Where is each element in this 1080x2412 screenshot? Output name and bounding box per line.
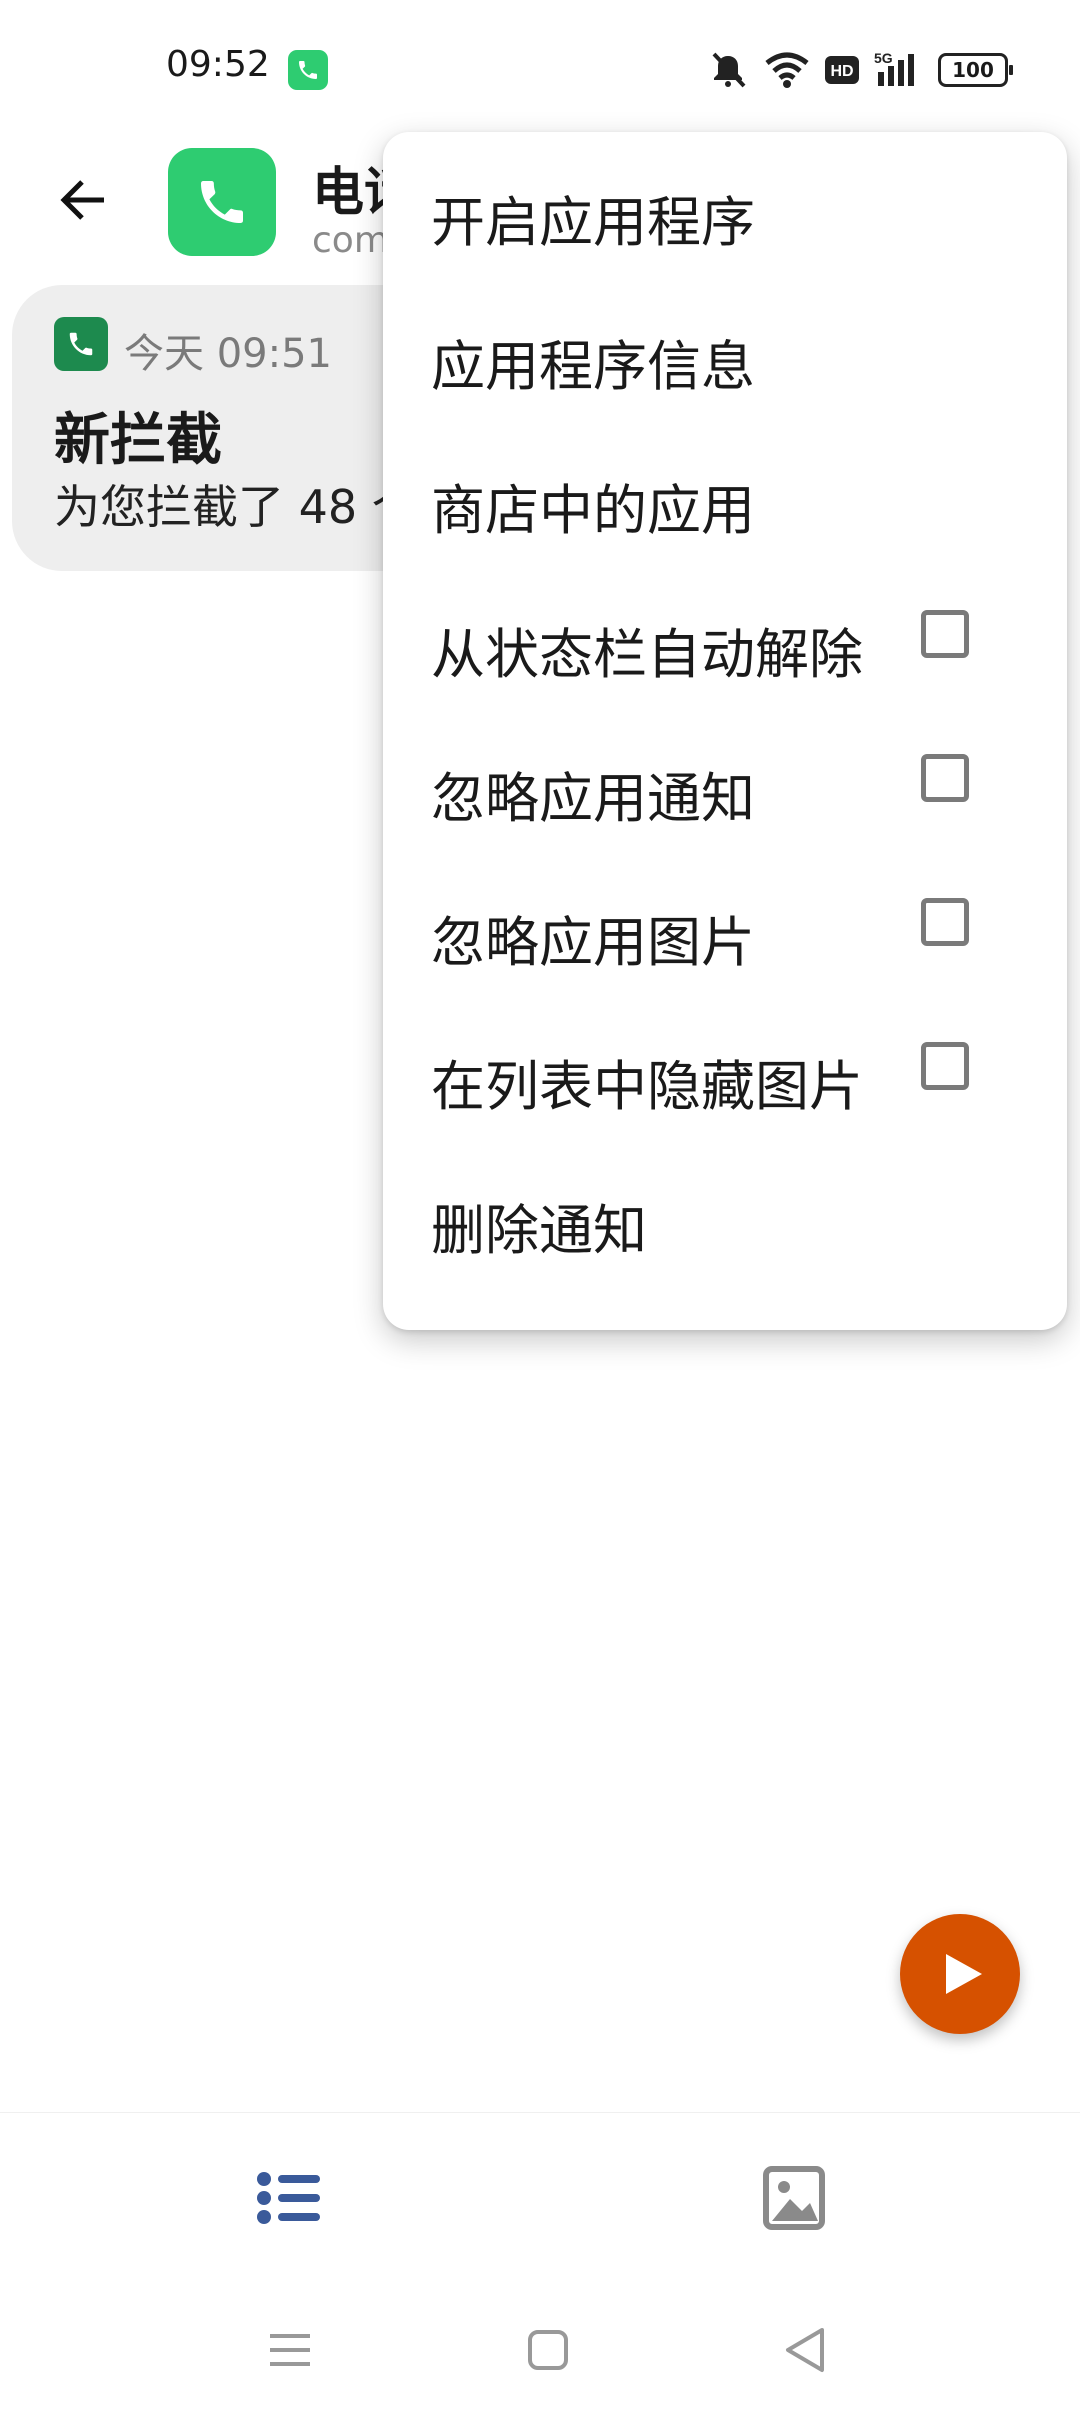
ignore-images-checkbox[interactable] — [921, 898, 969, 946]
menu-item-label: 忽略应用通知 — [431, 767, 755, 830]
hide-images-checkbox[interactable] — [921, 1042, 969, 1090]
menu-item-store[interactable]: 商店中的应用 — [383, 420, 1067, 564]
status-icons: HD 5G 100 — [706, 48, 1013, 92]
wifi-icon — [765, 52, 809, 88]
play-button[interactable] — [900, 1914, 1020, 2034]
auto-dismiss-checkbox[interactable] — [921, 610, 969, 658]
hd-icon: HD — [825, 56, 859, 84]
battery-icon: 100 — [938, 53, 1013, 87]
bottom-nav — [0, 2112, 1080, 2281]
menu-item-ignore-notifications[interactable]: 忽略应用通知 — [383, 708, 1067, 852]
svg-text:5G: 5G — [874, 50, 893, 66]
menu-item-delete[interactable]: 删除通知 — [383, 1140, 1067, 1284]
status-bar: 09:52 HD 5G 100 — [0, 0, 1080, 120]
home-icon[interactable] — [520, 2322, 576, 2378]
menu-item-label: 删除通知 — [431, 1199, 647, 1262]
menu-item-label: 商店中的应用 — [431, 479, 755, 542]
menu-item-label: 应用程序信息 — [431, 335, 755, 398]
menu-item-label: 从状态栏自动解除 — [431, 623, 863, 686]
ignore-notifications-checkbox[interactable] — [921, 754, 969, 802]
menu-item-label: 忽略应用图片 — [431, 911, 755, 974]
system-nav — [0, 2280, 1080, 2412]
phone-icon — [168, 148, 276, 256]
menu-icon[interactable] — [262, 2322, 318, 2378]
menu-item-auto-dismiss[interactable]: 从状态栏自动解除 — [383, 564, 1067, 708]
svg-text:HD: HD — [830, 63, 853, 80]
phone-icon — [288, 50, 328, 90]
menu-item-label: 在列表中隐藏图片 — [431, 1055, 863, 1118]
image-icon[interactable] — [754, 2163, 834, 2233]
play-icon — [946, 1954, 982, 1994]
app-package: com — [312, 220, 389, 261]
context-menu: 开启应用程序 应用程序信息 商店中的应用 从状态栏自动解除 忽略应用通知 忽略应… — [383, 132, 1067, 1330]
menu-item-open-app[interactable]: 开启应用程序 — [383, 132, 1067, 276]
notification-time: 今天 09:51 — [124, 331, 332, 377]
mute-icon — [712, 52, 746, 88]
menu-item-ignore-images[interactable]: 忽略应用图片 — [383, 852, 1067, 996]
status-time: 09:52 — [166, 44, 270, 85]
5g-signal-icon: 5G — [874, 50, 914, 86]
list-icon[interactable] — [248, 2163, 328, 2233]
menu-item-app-info[interactable]: 应用程序信息 — [383, 276, 1067, 420]
notification-body: 为您拦截了 48 个 — [54, 480, 418, 534]
menu-item-label: 开启应用程序 — [431, 191, 755, 254]
phone-icon — [54, 317, 108, 371]
notification-title: 新拦截 — [54, 408, 222, 473]
back-arrow-icon[interactable] — [54, 170, 114, 230]
menu-item-hide-images[interactable]: 在列表中隐藏图片 — [383, 996, 1067, 1140]
back-icon[interactable] — [778, 2322, 834, 2378]
